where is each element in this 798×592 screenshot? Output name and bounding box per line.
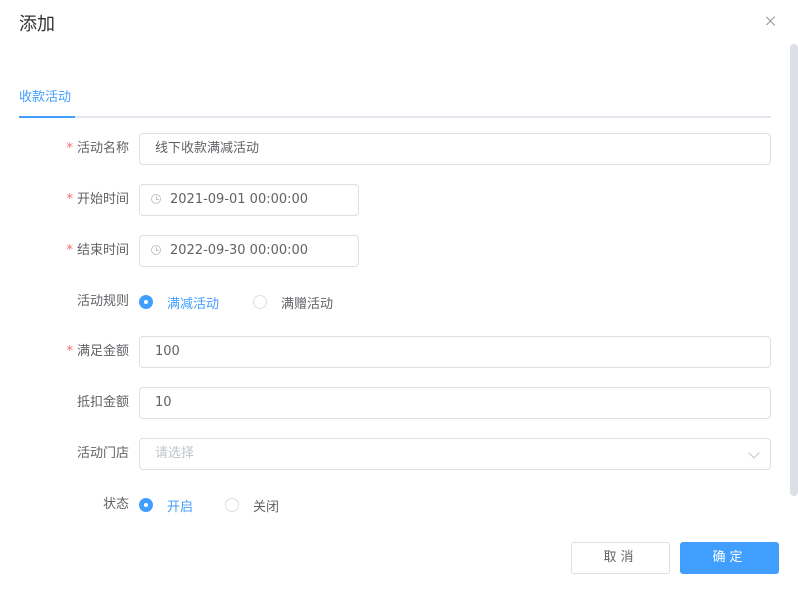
rule-label: 活动规则 (76, 294, 129, 309)
required-mark: * (66, 344, 73, 359)
stores-placeholder: 请选择 (155, 446, 195, 461)
chevron-down-icon (748, 447, 760, 459)
form-row-status: 状态 开启 关闭 (0, 489, 798, 523)
status-radio-on[interactable]: 开启 (139, 497, 193, 515)
required-mark: * (66, 192, 73, 207)
tab-payment-activity[interactable]: 收款活动 (19, 88, 71, 108)
start-time-label: * 开始时间 (66, 192, 129, 207)
cancel-button[interactable]: 取消 (571, 542, 670, 574)
form-row-stores: 活动门店 请选择 (0, 438, 798, 472)
form-row-end-time: * 结束时间 2022-09-30 00:00:00 (0, 235, 798, 269)
activity-name-input[interactable]: 线下收款满减活动 (139, 133, 771, 165)
activity-name-label: * 活动名称 (66, 141, 129, 156)
end-time-picker[interactable]: 2022-09-30 00:00:00 (139, 235, 359, 267)
radio-unchecked-icon (225, 498, 239, 512)
close-icon[interactable] (762, 12, 780, 30)
required-mark: * (66, 141, 73, 156)
stores-select[interactable]: 请选择 (139, 438, 771, 470)
clock-icon (151, 245, 161, 255)
stores-label: 活动门店 (76, 446, 129, 461)
tab-divider (19, 116, 771, 118)
tab-active-indicator (19, 116, 75, 118)
start-time-picker[interactable]: 2021-09-01 00:00:00 (139, 184, 359, 216)
radio-checked-icon (139, 295, 153, 309)
end-time-label: * 结束时间 (66, 243, 129, 258)
form-row-deduct: 抵扣金额 10 (0, 387, 798, 421)
form-row-rule: 活动规则 满减活动 满赠活动 (0, 286, 798, 320)
required-mark: * (66, 243, 73, 258)
rule-radio-full-gift[interactable]: 满赠活动 (253, 294, 333, 312)
deduct-amount-input[interactable]: 10 (139, 387, 771, 419)
status-radio-off[interactable]: 关闭 (225, 497, 279, 515)
rule-radio-full-reduction[interactable]: 满减活动 (139, 294, 219, 312)
tab-bar: 收款活动 (19, 88, 771, 118)
scrollbar[interactable] (790, 44, 798, 496)
form-row-start-time: * 开始时间 2021-09-01 00:00:00 (0, 184, 798, 218)
deduct-label: 抵扣金额 (76, 395, 129, 410)
form-row-threshold: * 满足金额 100 (0, 336, 798, 370)
radio-unchecked-icon (253, 295, 267, 309)
confirm-button[interactable]: 确定 (680, 542, 779, 574)
radio-checked-icon (139, 498, 153, 512)
status-label: 状态 (102, 497, 129, 512)
clock-icon (151, 194, 161, 204)
form-row-activity-name: * 活动名称 线下收款满减活动 (0, 133, 798, 167)
threshold-label: * 满足金额 (66, 344, 129, 359)
dialog-title: 添加 (19, 14, 55, 35)
threshold-amount-input[interactable]: 100 (139, 336, 771, 368)
